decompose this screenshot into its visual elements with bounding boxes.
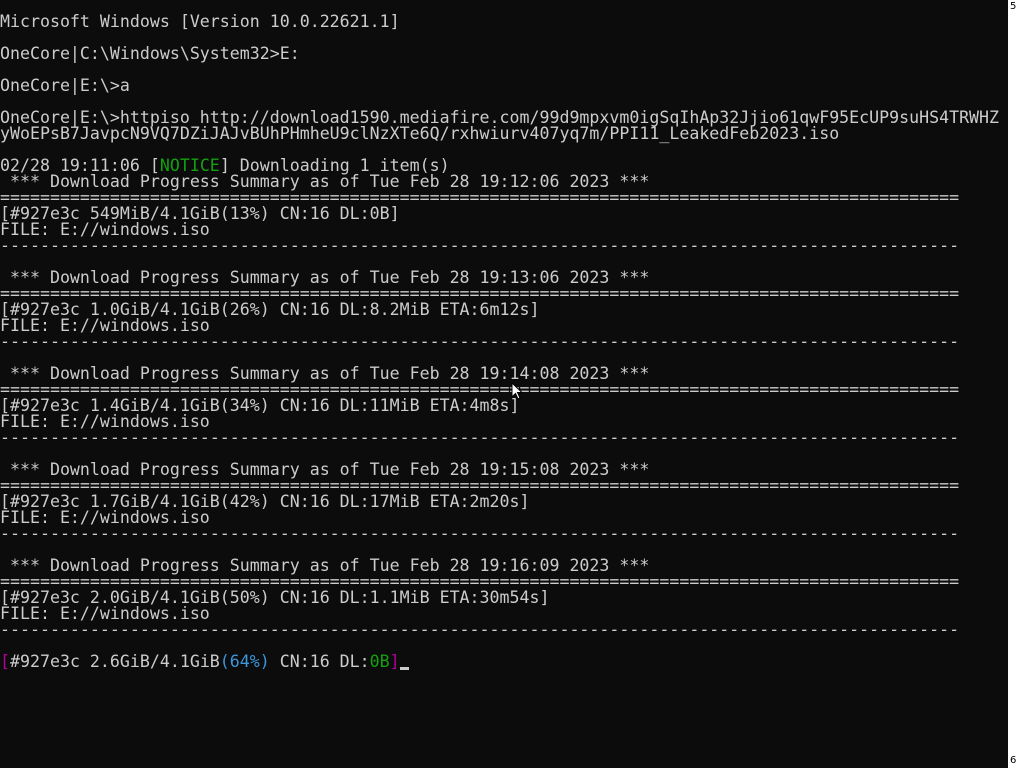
console-line: ----------------------------------------… xyxy=(0,524,999,543)
console-line-text: ----------------------------------------… xyxy=(0,332,960,351)
console-line: OneCore|E:\>a xyxy=(0,76,999,95)
text-cursor xyxy=(399,667,409,670)
console-line-text: ----------------------------------------… xyxy=(0,428,960,447)
progress-download-speed: 0B xyxy=(369,652,390,671)
console-line-text: OneCore|C:\Windows\System32>E: xyxy=(0,44,300,63)
vertical-scrollbar[interactable]: 5 6 xyxy=(1008,0,1024,768)
console-line-text: ----------------------------------------… xyxy=(0,236,960,255)
console-line-text: ----------------------------------------… xyxy=(0,524,960,543)
progress-connections: CN:16 DL: xyxy=(269,652,370,671)
console-line-text: OneCore|E:\>a xyxy=(0,76,130,95)
scrollbar-top-label: 5 xyxy=(1010,1,1017,12)
console-line: OneCore|C:\Windows\System32>E: xyxy=(0,44,999,63)
console-output: Microsoft Windows [Version 10.0.22621.1]… xyxy=(0,12,999,671)
console-line: ----------------------------------------… xyxy=(0,332,999,351)
console-line: ----------------------------------------… xyxy=(0,620,999,639)
progress-open-bracket: [ xyxy=(0,652,10,671)
console-line: yWoEPsB7JavpcN9VQ7DZiJAJvBUhPHmheU9clNzX… xyxy=(0,124,999,143)
scrollbar-bottom-label: 6 xyxy=(1010,755,1017,766)
console-line-text: Microsoft Windows [Version 10.0.22621.1] xyxy=(0,12,400,31)
console-line-text: yWoEPsB7JavpcN9VQ7DZiJAJvBUhPHmheU9clNzX… xyxy=(0,124,840,143)
progress-close-bracket: ] xyxy=(389,652,400,671)
console-window[interactable]: Microsoft Windows [Version 10.0.22621.1]… xyxy=(0,0,1008,768)
console-line-text: ----------------------------------------… xyxy=(0,620,960,639)
console-line: Microsoft Windows [Version 10.0.22621.1] xyxy=(0,12,999,31)
console-line: ----------------------------------------… xyxy=(0,236,999,255)
console-line: ----------------------------------------… xyxy=(0,428,999,447)
live-progress-line: [#927e3c 2.6GiB/4.1GiB(64%) CN:16 DL:0B] xyxy=(0,652,999,671)
mouse-pointer-icon xyxy=(511,382,523,400)
progress-percent: (64%) xyxy=(219,652,270,671)
progress-size: #927e3c 2.6GiB/4.1GiB xyxy=(10,652,220,671)
